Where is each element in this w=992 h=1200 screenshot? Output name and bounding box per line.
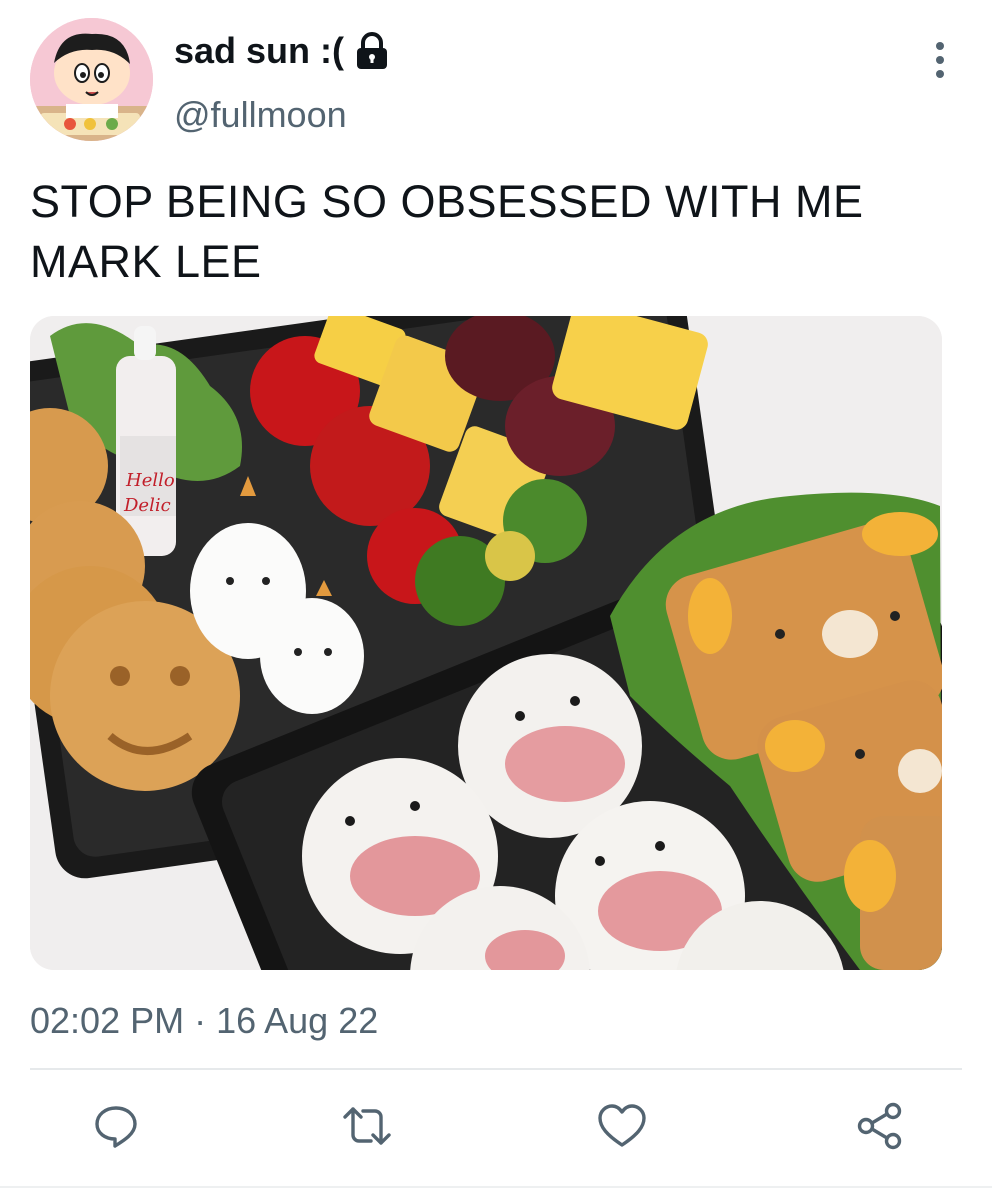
svg-text:Delic: Delic (123, 495, 171, 516)
like-button[interactable] (596, 1100, 648, 1152)
share-button[interactable] (854, 1100, 906, 1152)
tweet-text: STOP BEING SO OBSESSED WITH ME MARK LEE (30, 176, 864, 287)
avatar[interactable] (30, 18, 153, 141)
lock-icon (354, 32, 390, 70)
more-options-icon[interactable] (925, 40, 955, 80)
cartoon-boy-avatar-image (30, 18, 153, 141)
svg-text:Hello: Hello (125, 470, 175, 491)
speech-bubble-icon (95, 1106, 137, 1148)
display-name[interactable]: sad sun :( (174, 30, 344, 72)
tweet-timestamp[interactable]: 02:02 PM · 16 Aug 22 (30, 1000, 378, 1042)
divider (30, 1068, 962, 1070)
display-name-row[interactable]: sad sun :( (174, 30, 390, 72)
retweet-button[interactable] (341, 1100, 393, 1152)
tweet-media-photo[interactable]: Hello Delic (30, 316, 942, 970)
heart-icon (598, 1104, 646, 1147)
share-nodes-icon (857, 1102, 902, 1150)
user-handle[interactable]: @fullmoon (174, 94, 347, 136)
retweet-arrows-icon (343, 1107, 391, 1145)
bento-lunch-photo: Hello Delic (30, 316, 942, 970)
bottom-divider (0, 1186, 992, 1188)
reply-button[interactable] (90, 1100, 142, 1152)
